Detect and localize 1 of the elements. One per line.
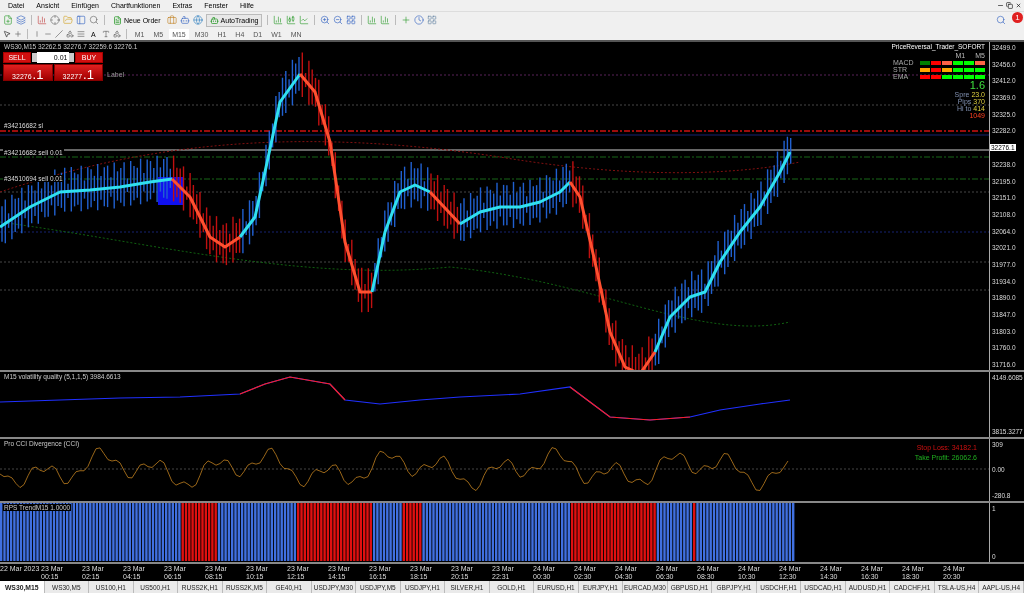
signal-value: 1.6: [969, 80, 985, 91]
